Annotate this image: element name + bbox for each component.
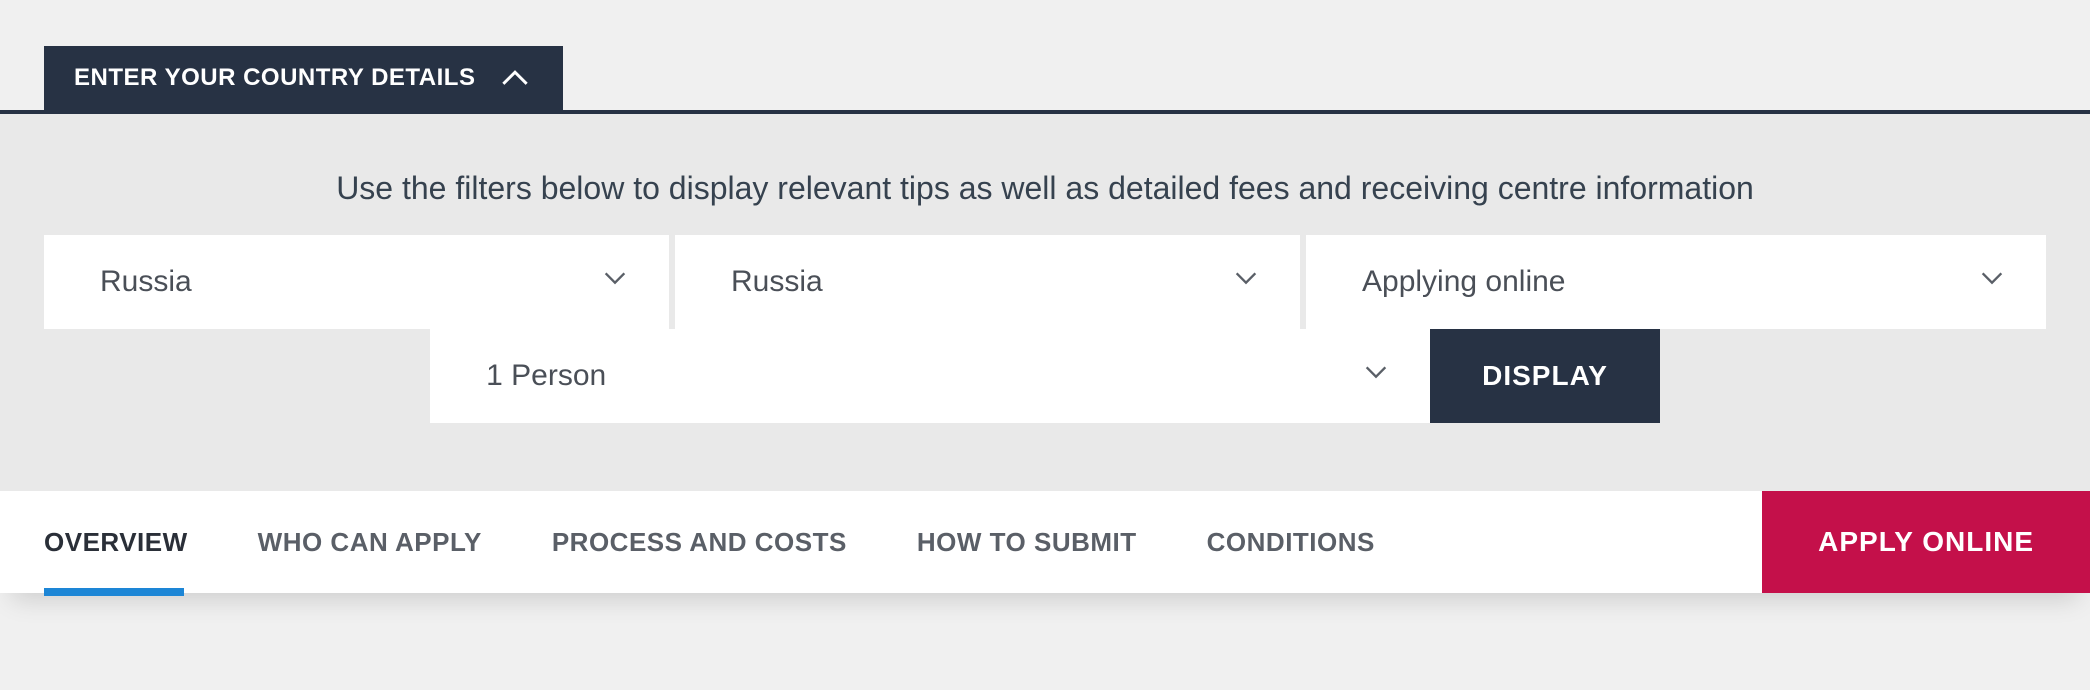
chevron-down-icon — [1362, 358, 1390, 394]
apply-online-label: APPLY ONLINE — [1818, 526, 2034, 558]
accordion-title: ENTER YOUR COUNTRY DETAILS — [74, 64, 475, 92]
chevron-up-icon — [501, 69, 529, 87]
tab-process-and-costs[interactable]: PROCESS AND COSTS — [552, 491, 847, 594]
display-button[interactable]: DISPLAY — [1430, 329, 1660, 423]
tab-overview-label: OVERVIEW — [44, 527, 188, 557]
country-select-1-value: Russia — [100, 265, 192, 299]
tab-overview[interactable]: OVERVIEW — [44, 491, 188, 594]
filter-panel: Use the filters below to display relevan… — [0, 114, 2090, 491]
application-method-value: Applying online — [1362, 265, 1565, 299]
apply-online-button[interactable]: APPLY ONLINE — [1762, 491, 2090, 593]
filter-row-1: Russia Russia Applying online — [44, 235, 2046, 329]
tab-conditions-label: CONDITIONS — [1207, 527, 1375, 557]
application-method-select[interactable]: Applying online — [1306, 235, 2046, 329]
country-select-2[interactable]: Russia — [675, 235, 1300, 329]
chevron-down-icon — [1232, 264, 1260, 300]
tabs-bar: OVERVIEW WHO CAN APPLY PROCESS AND COSTS… — [0, 491, 2090, 593]
accordion-header-bar: ENTER YOUR COUNTRY DETAILS — [0, 0, 2090, 110]
tab-who-can-apply-label: WHO CAN APPLY — [258, 527, 482, 557]
filter-instructions: Use the filters below to display relevan… — [44, 170, 2046, 207]
tab-how-to-submit-label: HOW TO SUBMIT — [917, 527, 1137, 557]
chevron-down-icon — [601, 264, 629, 300]
display-button-label: DISPLAY — [1482, 360, 1608, 391]
filter-row-2: 1 Person DISPLAY — [44, 329, 2046, 423]
tabs-list: OVERVIEW WHO CAN APPLY PROCESS AND COSTS… — [44, 491, 1762, 593]
tab-who-can-apply[interactable]: WHO CAN APPLY — [258, 491, 482, 594]
persons-select-value: 1 Person — [486, 359, 606, 393]
tab-conditions[interactable]: CONDITIONS — [1207, 491, 1375, 594]
chevron-down-icon — [1978, 264, 2006, 300]
persons-select[interactable]: 1 Person — [430, 329, 1430, 423]
country-select-2-value: Russia — [731, 265, 823, 299]
page-root: ENTER YOUR COUNTRY DETAILS Use the filte… — [0, 0, 2090, 593]
country-details-accordion-toggle[interactable]: ENTER YOUR COUNTRY DETAILS — [44, 46, 563, 110]
tab-how-to-submit[interactable]: HOW TO SUBMIT — [917, 491, 1137, 594]
tab-process-and-costs-label: PROCESS AND COSTS — [552, 527, 847, 557]
country-select-1[interactable]: Russia — [44, 235, 669, 329]
